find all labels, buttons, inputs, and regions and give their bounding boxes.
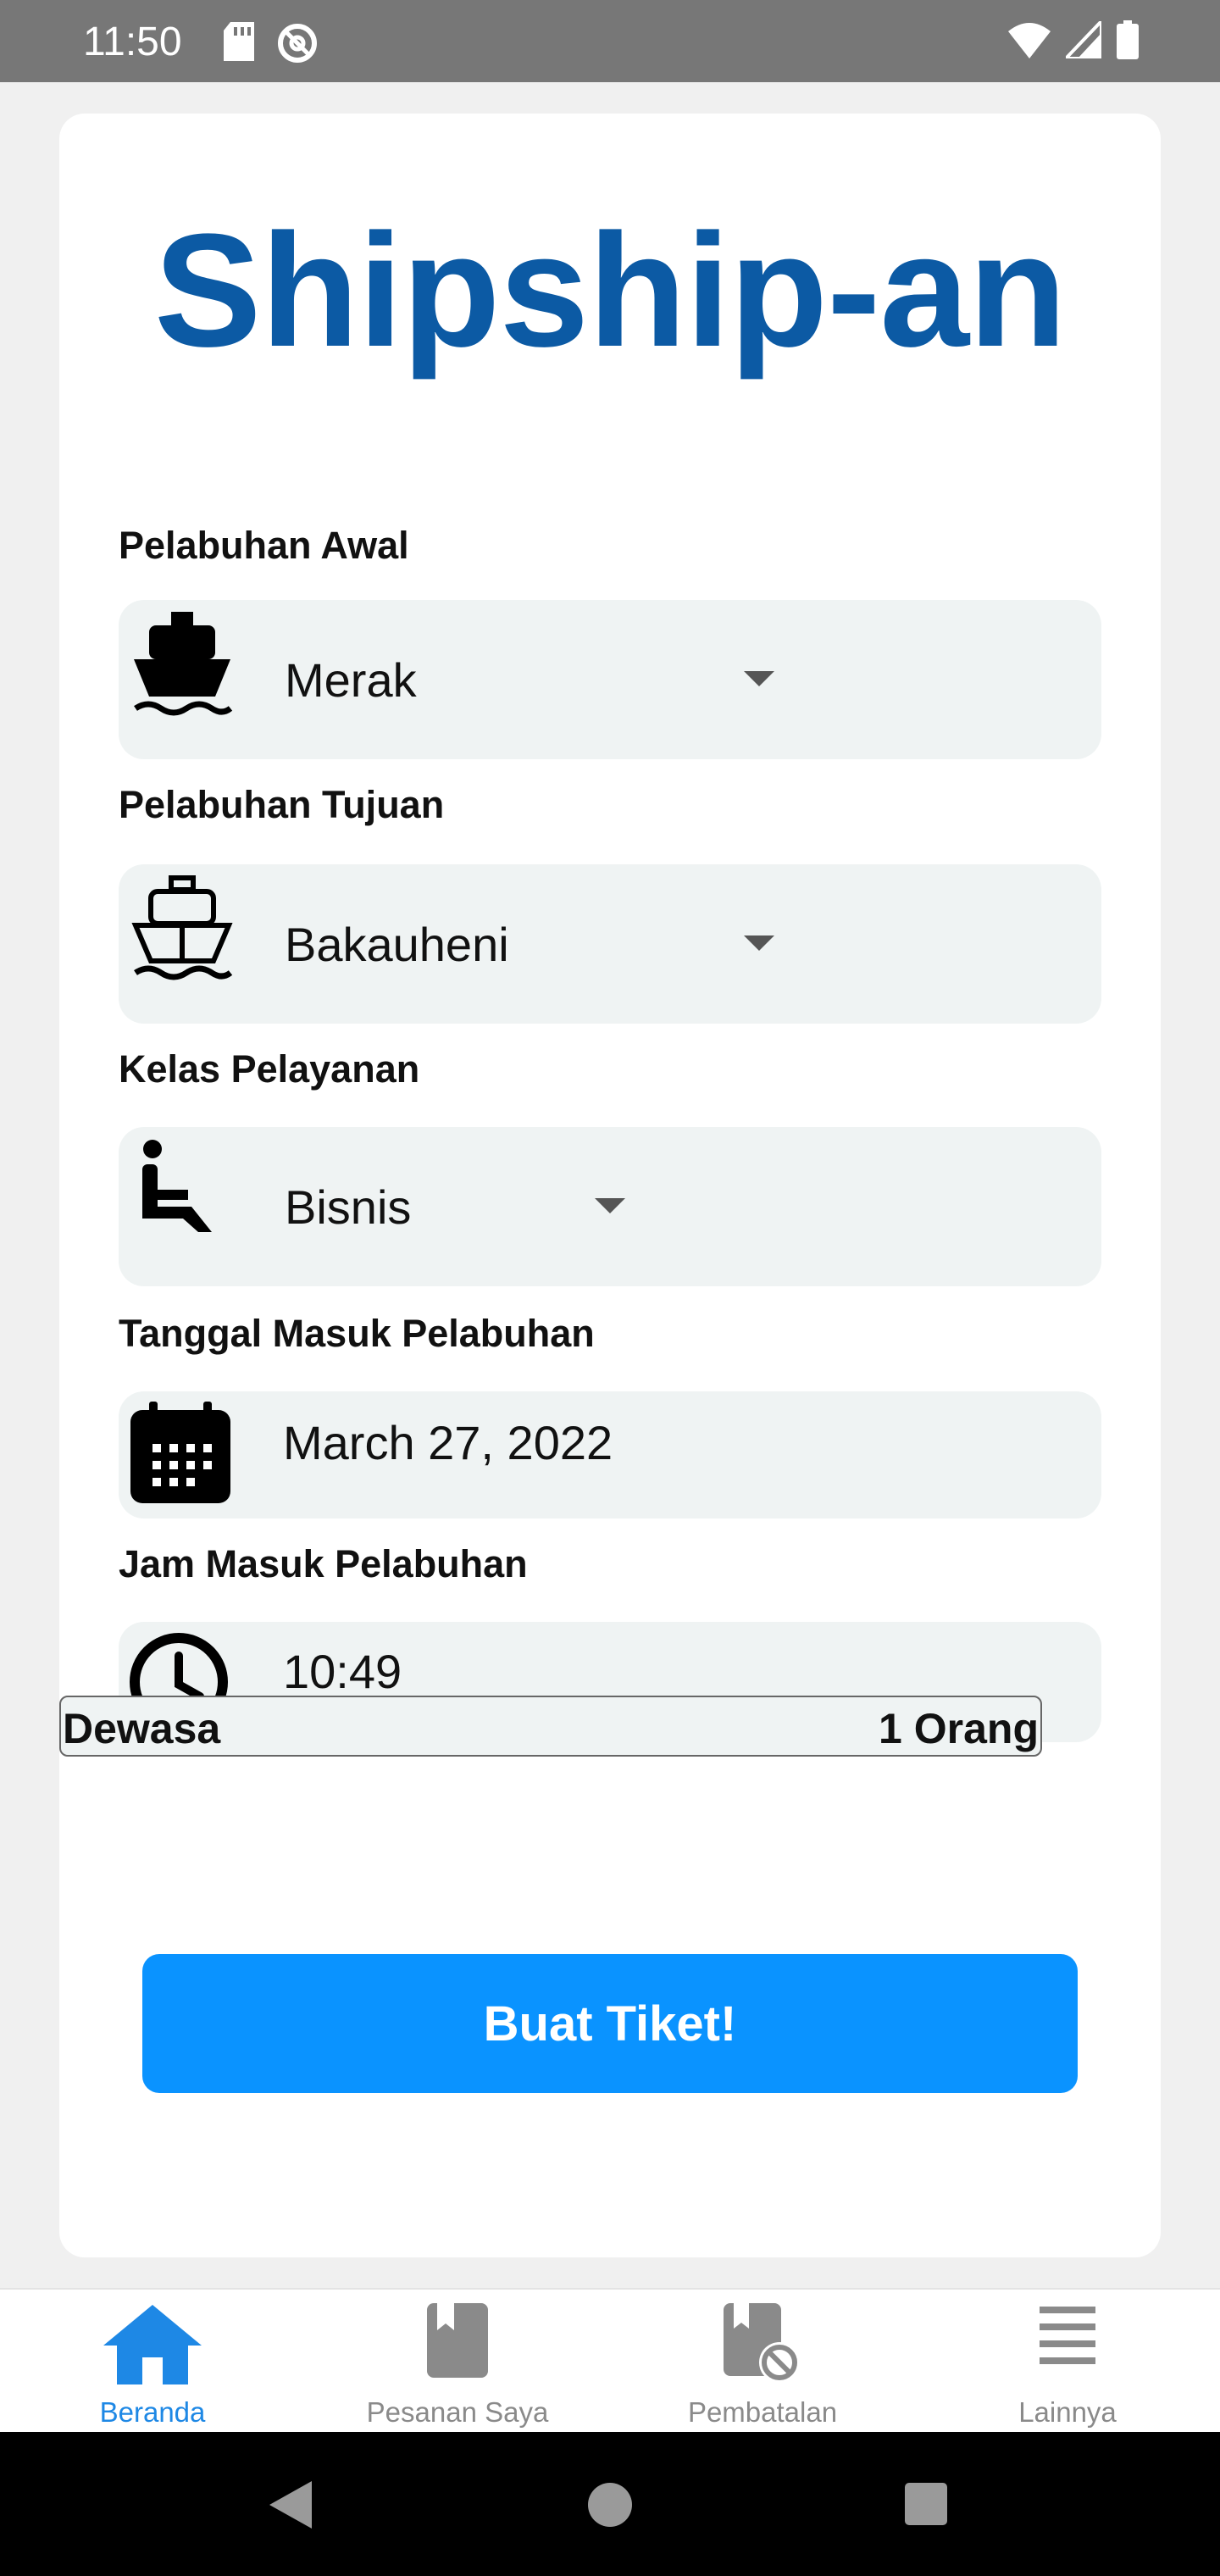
date-value: March 27, 2022 [283, 1416, 613, 1469]
menu-icon [1040, 2307, 1095, 2364]
recents-icon[interactable] [903, 2481, 949, 2527]
create-ticket-button[interactable]: Buat Tiket! [142, 1954, 1078, 2093]
status-time: 11:50 [83, 19, 182, 64]
nav-item-lainnya[interactable]: Lainnya [915, 2290, 1220, 2434]
bookmark-book-icon [427, 2303, 488, 2378]
sd-card-icon [224, 22, 254, 61]
time-value: 10:49 [283, 1645, 402, 1698]
nav-label-lainnya: Lainnya [1018, 2396, 1117, 2428]
back-icon[interactable] [266, 2479, 313, 2530]
passenger-type-label: Dewasa [63, 1705, 221, 1752]
nav-item-pembatalan[interactable]: Pembatalan [610, 2290, 915, 2434]
wifi-icon [1008, 23, 1051, 58]
booking-card: Shipship-an Pelabuhan Awal Merak Pelabuh… [59, 114, 1161, 2257]
nav-item-pesanan-saya[interactable]: Pesanan Saya [305, 2290, 610, 2434]
service-class-value: Bisnis [285, 1180, 412, 1234]
nav-item-beranda[interactable]: Beranda [0, 2290, 305, 2434]
ship-outline-icon [131, 875, 233, 980]
origin-port-value: Merak [285, 653, 417, 707]
chevron-down-icon [595, 1198, 625, 1213]
origin-port-label: Pelabuhan Awal [119, 524, 409, 567]
cancel-booking-icon [724, 2303, 800, 2383]
origin-port-dropdown[interactable]: Merak [119, 600, 1101, 759]
nav-label-beranda: Beranda [99, 2396, 206, 2428]
battery-icon [1117, 20, 1139, 59]
nav-label-pembatalan: Pembatalan [687, 2396, 838, 2428]
at-sign-icon [278, 24, 317, 63]
chevron-down-icon [744, 935, 774, 951]
seat-icon [142, 1140, 212, 1232]
service-class-label: Kelas Pelayanan [119, 1047, 420, 1091]
calendar-icon [130, 1402, 230, 1503]
destination-port-dropdown[interactable]: Bakauheni [119, 864, 1101, 1024]
destination-port-label: Pelabuhan Tujuan [119, 783, 445, 826]
chevron-down-icon [744, 671, 774, 686]
bottom-nav: Beranda Pesanan Saya Pembatalan Lainnya [0, 2288, 1220, 2434]
service-class-dropdown[interactable]: Bisnis [119, 1127, 1101, 1286]
status-bar: 11:50 [0, 0, 1220, 82]
signal-icon [1066, 21, 1101, 58]
passenger-count: 1 Orang [879, 1705, 1039, 1752]
app-title: Shipship-an [153, 201, 1067, 380]
date-picker[interactable]: March 27, 2022 [119, 1391, 1101, 1518]
nav-label-pesanan-saya: Pesanan Saya [366, 2396, 549, 2428]
time-label: Jam Masuk Pelabuhan [119, 1542, 528, 1585]
ship-filled-icon [134, 612, 233, 716]
home-circle-icon[interactable] [586, 2481, 634, 2529]
date-label: Tanggal Masuk Pelabuhan [119, 1312, 595, 1355]
system-nav-bar [0, 2432, 1220, 2576]
passenger-selector[interactable]: Dewasa 1 Orang [59, 1696, 1042, 1757]
home-icon [103, 2305, 202, 2384]
destination-port-value: Bakauheni [285, 918, 509, 971]
